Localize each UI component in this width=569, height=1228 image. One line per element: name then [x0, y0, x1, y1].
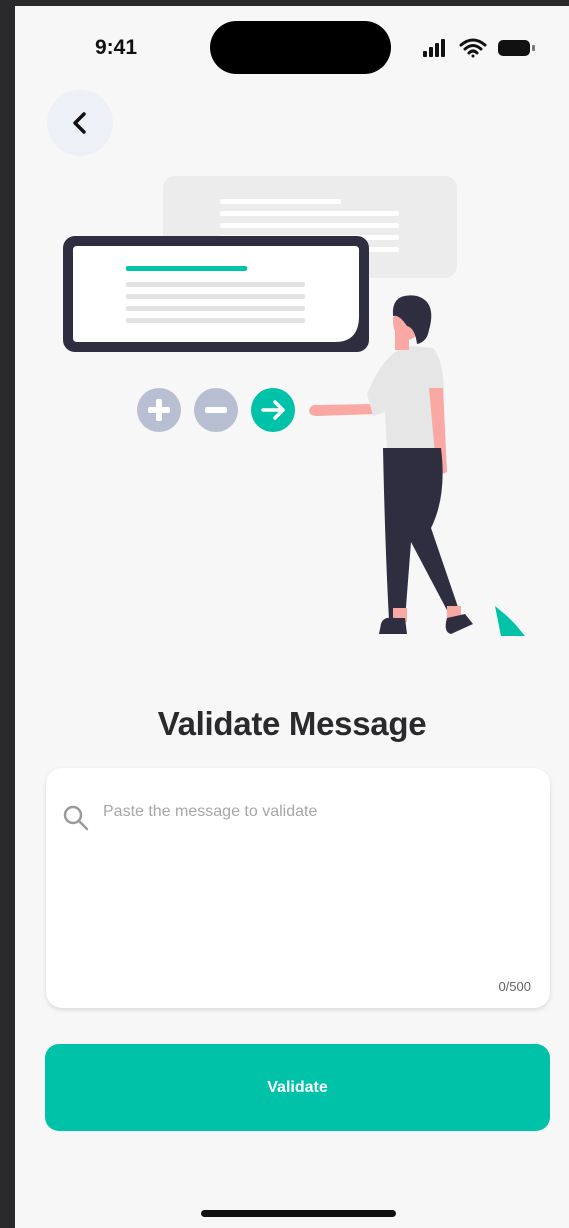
arrow-right-icon: [251, 388, 295, 432]
plant-illustration: [495, 606, 525, 636]
home-indicator: [201, 1210, 396, 1217]
minus-icon: [194, 388, 238, 432]
back-button[interactable]: [47, 90, 113, 156]
search-icon: [63, 805, 89, 831]
status-icons: [423, 38, 535, 58]
hero-illustration: [63, 176, 525, 636]
plus-icon: [137, 388, 181, 432]
battery-icon: [498, 40, 535, 56]
back-arrow-icon: [73, 112, 86, 134]
wifi-icon: [459, 38, 487, 58]
message-input[interactable]: [103, 803, 523, 953]
message-card: 0/500: [46, 768, 550, 1008]
page-title: Validate Message: [157, 705, 427, 743]
phone-screen: 9:41 Validate Message Paste the message …: [15, 6, 569, 1228]
dynamic-island: [210, 21, 391, 74]
validate-button[interactable]: Validate: [45, 1044, 550, 1131]
status-time: 9:41: [95, 36, 138, 59]
signal-icon: [423, 39, 445, 57]
character-counter: 0/500: [498, 979, 531, 994]
